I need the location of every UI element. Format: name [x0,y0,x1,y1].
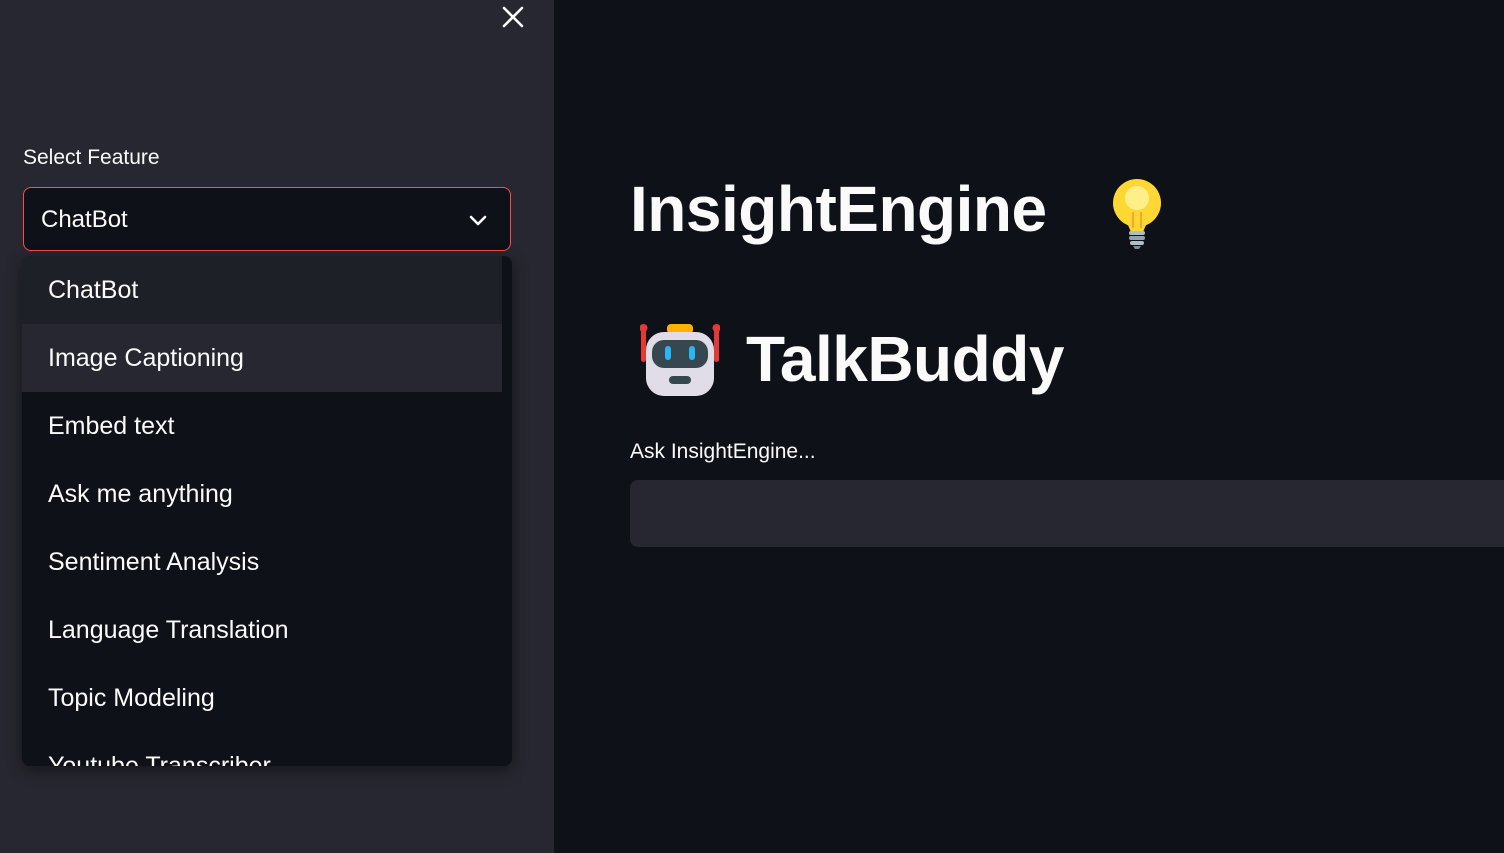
ask-input-label: Ask InsightEngine... [630,440,816,463]
option-chatbot[interactable]: ChatBot [22,256,502,324]
close-sidebar-button[interactable] [498,2,528,32]
option-topic-modeling[interactable]: Topic Modeling [22,664,502,732]
feature-dropdown-menu: ChatBot Image Captioning Embed text Ask … [22,256,512,766]
feature-select[interactable]: ChatBot [23,187,511,251]
select-feature-label: Select Feature [23,146,160,169]
page-title: InsightEngine [630,173,1047,245]
option-image-captioning[interactable]: Image Captioning [22,324,502,392]
option-ask-me-anything[interactable]: Ask me anything [22,460,502,528]
option-sentiment-analysis[interactable]: Sentiment Analysis [22,528,502,596]
robot-icon [640,324,720,396]
option-embed-text[interactable]: Embed text [22,392,502,460]
feature-select-value: ChatBot [41,206,128,233]
ask-input[interactable] [630,480,1504,547]
lightbulb-icon [1113,179,1161,249]
section-title: TalkBuddy [746,323,1064,395]
close-icon [502,6,524,28]
option-language-translation[interactable]: Language Translation [22,596,502,664]
feature-option-list: ChatBot Image Captioning Embed text Ask … [22,256,502,766]
sidebar: Select Feature ChatBot ChatBot Image Cap… [0,0,554,853]
option-youtube-transcriber[interactable]: Youtube Transcriber [22,732,502,766]
chevron-down-icon [469,215,487,226]
